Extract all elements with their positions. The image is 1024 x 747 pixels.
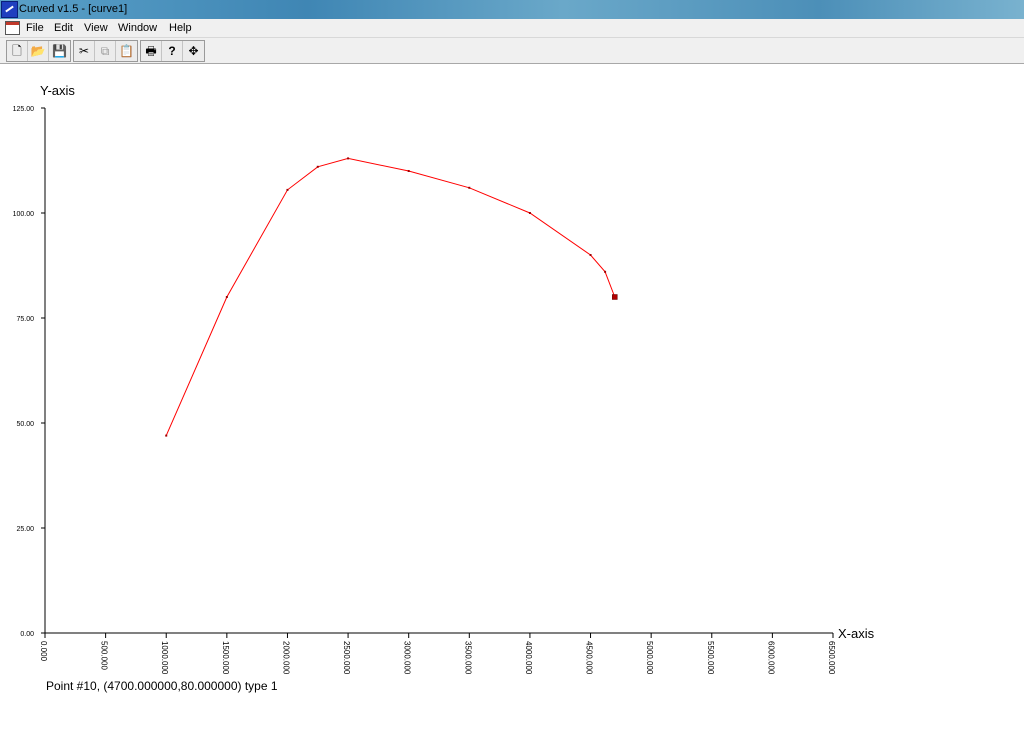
- x-tick-label: 1000.000: [160, 641, 169, 674]
- curve-point: [316, 165, 319, 168]
- x-tick-label: 4000.000: [524, 641, 533, 674]
- plot-area[interactable]: Y-axis X-axis 0.00 25.00 50.00 75.00 100.00 125…: [0, 64, 1024, 747]
- x-tick-label: 2500.000: [342, 641, 351, 674]
- x-tick-label: 4500.000: [585, 641, 594, 674]
- curve-point: [468, 186, 471, 189]
- x-tick-label: 500.000: [100, 641, 109, 670]
- y-tick-label: 75.00: [16, 316, 34, 323]
- toolbar: 🗋 📂 💾 ✂ ⧉ 📋 🖶 ? ✥: [0, 38, 1024, 64]
- y-tick-label: 100.00: [13, 211, 35, 218]
- menu-help[interactable]: Help: [169, 22, 192, 34]
- menu-bar: File Edit View Window Help: [0, 19, 1024, 38]
- menu-window[interactable]: Window: [118, 22, 157, 34]
- y-tick-label: 25.00: [16, 526, 34, 533]
- x-tick-label: 1500.000: [221, 641, 230, 674]
- x-tick-label: 0.000: [39, 641, 48, 662]
- move-icon[interactable]: ✥: [183, 41, 204, 61]
- window-title: Curved v1.5 - [curve1]: [19, 3, 128, 15]
- cut-icon[interactable]: ✂: [74, 41, 95, 61]
- curve-point: [528, 212, 531, 214]
- menu-file[interactable]: File: [26, 22, 44, 34]
- title-bar: Curved v1.5 - [curve1]: [0, 0, 1024, 19]
- curve-point: [165, 434, 168, 437]
- y-tick-label: 125.00: [13, 106, 35, 113]
- x-tick-label: 3500.000: [463, 641, 472, 674]
- print-icon[interactable]: 🖶: [141, 41, 162, 61]
- curve-line: [165, 157, 616, 436]
- selected-point-marker: [612, 294, 618, 300]
- curve-point: [225, 296, 228, 298]
- x-tick-label: 5000.000: [645, 641, 654, 674]
- x-tick-label: 6500.000: [827, 641, 836, 674]
- x-tick-label: 3000.000: [403, 641, 412, 674]
- curve-point: [407, 170, 410, 172]
- x-tick-label: 6000.000: [766, 641, 775, 674]
- x-tick-label: 2000.000: [281, 641, 290, 674]
- open-folder-icon[interactable]: 📂: [28, 41, 49, 61]
- curve-point: [589, 254, 592, 256]
- new-file-icon[interactable]: 🗋: [7, 41, 28, 61]
- status-text: Point #10, (4700.000000,80.000000) type …: [46, 679, 278, 693]
- save-icon[interactable]: 💾: [49, 41, 70, 61]
- y-tick-label: 0.00: [20, 631, 34, 638]
- help-icon[interactable]: ?: [162, 41, 183, 61]
- y-axis-label: Y-axis: [40, 83, 75, 98]
- x-axis-label: X-axis: [838, 626, 875, 641]
- menu-edit[interactable]: Edit: [54, 22, 73, 34]
- file-toolbar-group: 🗋 📂 💾: [6, 40, 71, 62]
- curve-chart[interactable]: Y-axis X-axis 0.00 25.00 50.00 75.00 100.00 125…: [0, 64, 1024, 674]
- y-tick-label: 50.00: [16, 421, 34, 428]
- x-tick-label: 5500.000: [706, 641, 715, 674]
- paste-icon[interactable]: 📋: [116, 41, 137, 61]
- curve-point: [347, 157, 350, 160]
- misc-toolbar-group: 🖶 ? ✥: [140, 40, 205, 62]
- copy-icon[interactable]: ⧉: [95, 41, 116, 61]
- curve-point: [286, 188, 289, 191]
- document-icon[interactable]: [5, 21, 20, 35]
- curve-point: [604, 270, 607, 273]
- edit-toolbar-group: ✂ ⧉ 📋: [73, 40, 138, 62]
- app-icon[interactable]: [1, 1, 18, 18]
- menu-view[interactable]: View: [84, 22, 108, 34]
